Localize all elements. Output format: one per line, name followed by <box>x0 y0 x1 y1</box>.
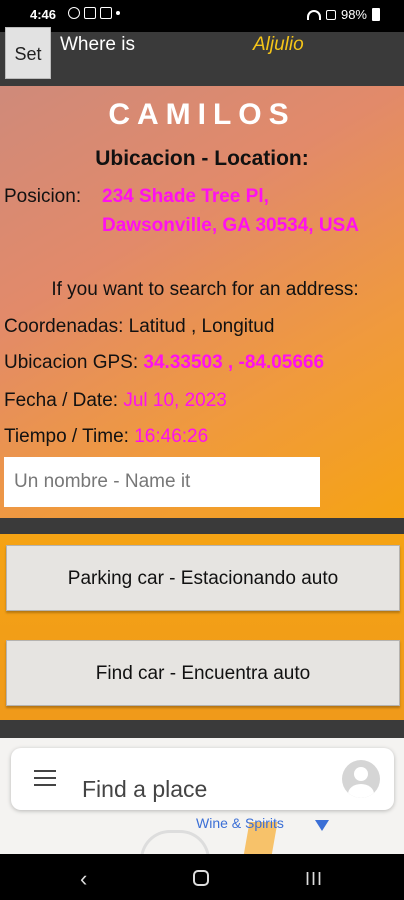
name-input[interactable] <box>4 457 320 507</box>
battery-icon <box>372 8 380 21</box>
user-name: Aljulio <box>253 34 304 55</box>
date-value: Jul 10, 2023 <box>123 390 227 411</box>
date-row: Fecha / Date: Jul 10, 2023 <box>4 390 227 412</box>
gps-row: Ubicacion GPS: 34.33503 , -84.05666 <box>4 352 324 374</box>
find-place-input[interactable]: Find a place <box>82 776 207 803</box>
signal-icon <box>325 9 336 20</box>
divider <box>0 720 404 738</box>
hamburger-menu-icon[interactable] <box>34 770 56 786</box>
time-row: Tiempo / Time: 16:46:26 <box>4 426 208 448</box>
status-bar: 4:46 98% <box>0 0 404 32</box>
set-button[interactable]: Set <box>5 27 51 79</box>
gps-label: Ubicacion GPS: <box>4 352 139 373</box>
find-car-button[interactable]: Find car - Encuentra auto <box>6 640 400 706</box>
youtube-icon <box>100 7 112 19</box>
home-icon[interactable] <box>193 870 209 886</box>
status-time: 4:46 <box>30 7 57 22</box>
location-heading: Ubicacion - Location: <box>95 147 309 170</box>
date-label: Fecha / Date: <box>4 390 119 411</box>
position-label: Posicion: <box>4 186 82 207</box>
status-right: 98% <box>306 7 380 22</box>
parking-car-button[interactable]: Parking car - Estacionando auto <box>6 545 400 611</box>
image-icon <box>84 7 96 19</box>
divider <box>0 518 404 534</box>
address-line-1: 234 Shade Tree Pl, <box>102 186 269 207</box>
back-icon[interactable]: ‹ <box>80 866 87 892</box>
time-label: Tiempo / Time: <box>4 426 129 447</box>
coordinates-label: Coordenadas: Latitud , Longitud <box>4 316 275 337</box>
wifi-icon <box>306 9 321 20</box>
map-poi-label[interactable]: Wine & Spirits <box>196 815 284 831</box>
where-is-label: Where is <box>60 34 135 55</box>
search-hint: If you want to search for an address: <box>51 279 359 300</box>
avatar[interactable] <box>342 760 380 798</box>
gps-value: 34.33503 , -84.05666 <box>143 352 325 373</box>
recents-icon[interactable]: III <box>305 869 323 890</box>
at-sign-icon <box>68 7 80 19</box>
address-line-2: Dawsonville, GA 30534, USA <box>102 215 359 236</box>
map-pin-icon[interactable] <box>315 820 329 831</box>
time-value: 16:46:26 <box>134 426 209 447</box>
dot-icon <box>116 11 120 15</box>
battery-percent: 98% <box>340 7 367 22</box>
app-title: CAMILOS <box>108 98 296 131</box>
notification-icons <box>68 7 120 19</box>
